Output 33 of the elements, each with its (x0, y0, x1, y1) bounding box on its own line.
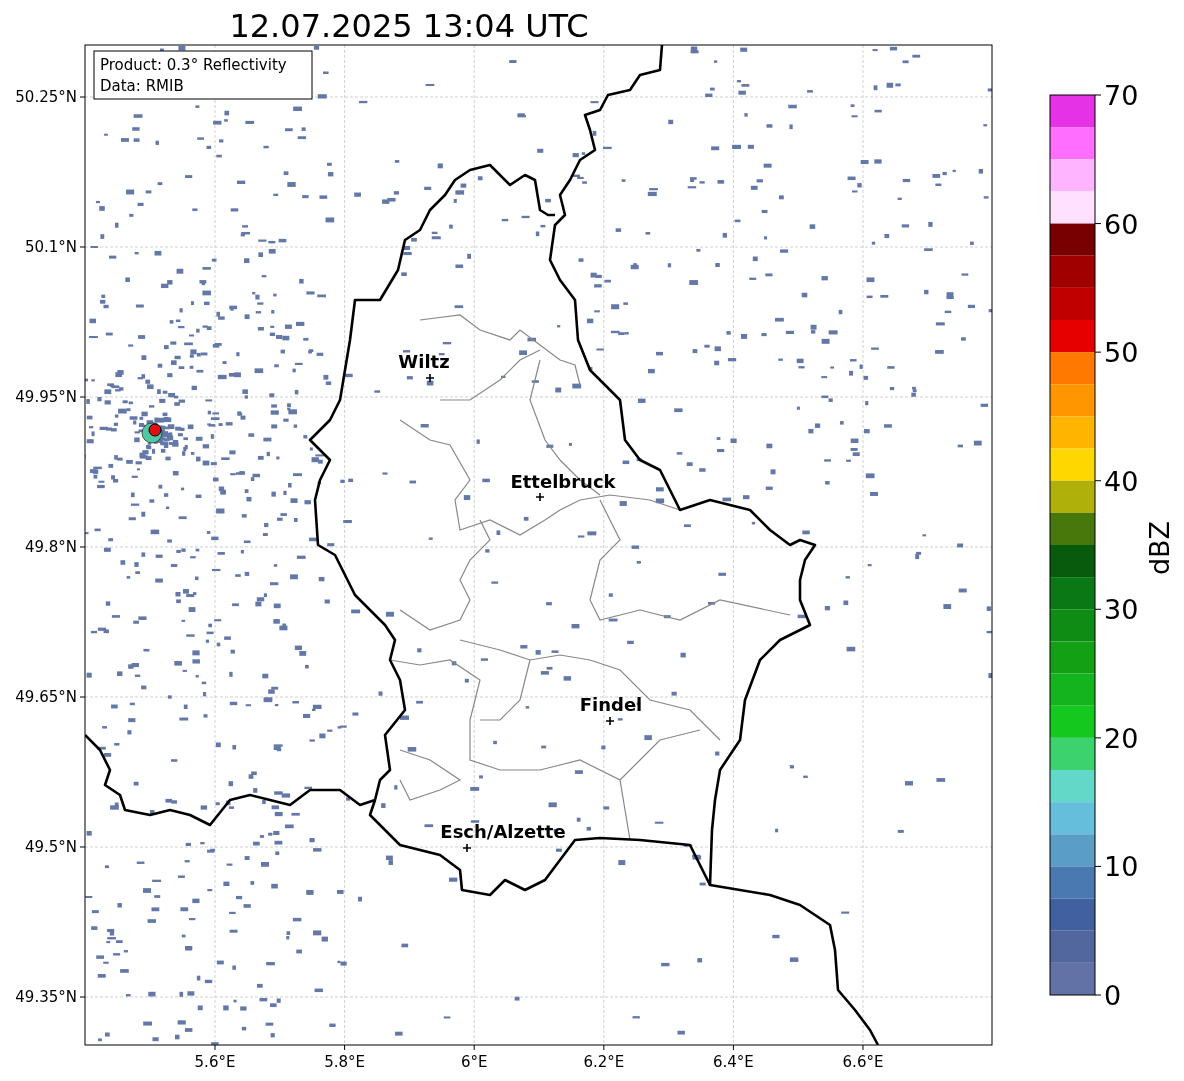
chart-title: 12.07.2025 13:04 UTC (229, 7, 589, 45)
latitude-label: 49.65°N (15, 688, 77, 706)
colorbar-tick-label: 30 (1104, 594, 1139, 626)
colorbar-tick-label: 40 (1104, 465, 1139, 497)
colorbar-label: dBZ (1144, 520, 1175, 576)
colorbar-tick-label: 70 (1104, 80, 1139, 111)
colorbar-tick-label: 10 (1104, 851, 1139, 883)
info-box: Product: 0.3° Reflectivity Data: RMIB (93, 50, 313, 100)
radar-site-icon (141, 422, 163, 444)
longitude-label: 6.4°E (713, 1053, 754, 1071)
latitude-label: 50.1°N (24, 238, 77, 256)
colorbar-tick-label: 20 (1104, 722, 1139, 754)
colorbar-tick-label: 60 (1104, 208, 1139, 240)
latitude-label: 49.35°N (15, 988, 77, 1006)
latitude-label: 49.5°N (24, 838, 77, 856)
city-marker-icon (425, 373, 435, 383)
longitude-label: 5.8°E (324, 1053, 365, 1071)
longitude-label: 6.6°E (842, 1053, 884, 1071)
city-label: Findel (579, 694, 643, 715)
city-marker-icon (535, 492, 545, 502)
latitude-label: 50.25°N (15, 88, 77, 106)
colorbar-tick-label: 50 (1104, 337, 1139, 369)
colorbar-tick-label: 0 (1104, 980, 1122, 1011)
longitude-label: 6.2°E (583, 1053, 625, 1071)
city-label: Wiltz (398, 351, 450, 372)
city-marker-icon (462, 843, 472, 853)
latitude-label: 49.95°N (15, 388, 77, 406)
city-label: Esch/Alzette (440, 821, 566, 842)
city-label: Ettelbruck (510, 471, 616, 492)
latitude-label: 49.8°N (24, 538, 77, 556)
longitude-label: 5.6°E (194, 1053, 236, 1071)
longitude-label: 6°E (460, 1053, 488, 1071)
city-marker-icon (605, 716, 615, 726)
